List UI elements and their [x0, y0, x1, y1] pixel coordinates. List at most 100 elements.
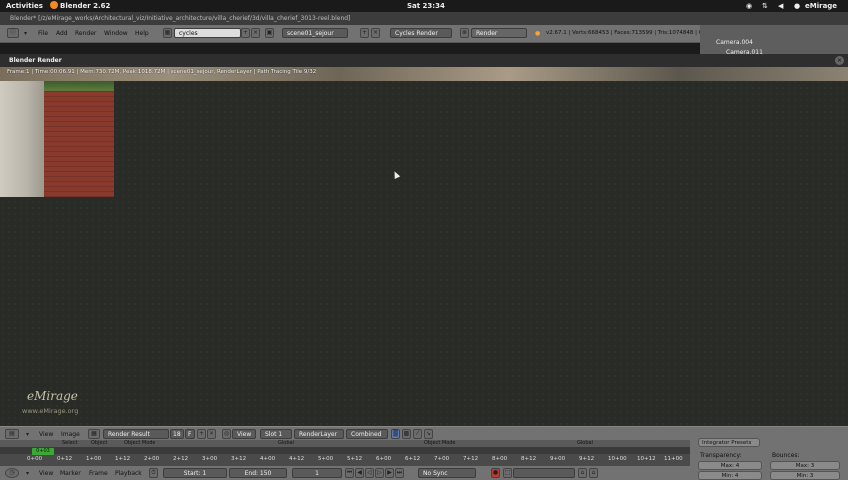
- integrator-presets-select[interactable]: Integrator Presets: [698, 438, 760, 447]
- outliner-panel: Camera.004 Camera.011: [700, 25, 848, 56]
- fake-user-button[interactable]: F: [185, 429, 195, 439]
- transform-orientation-select-2[interactable]: Global: [577, 440, 593, 446]
- render-pass-select[interactable]: Combined: [346, 429, 388, 439]
- draw-rgb-icon[interactable]: ▒: [391, 429, 400, 439]
- start-frame-field[interactable]: Start: 1: [163, 468, 227, 478]
- accessibility-icon[interactable]: ◉: [746, 2, 752, 10]
- activities-button[interactable]: Activities: [6, 2, 43, 10]
- close-icon[interactable]: ×: [835, 56, 844, 65]
- scene-icon[interactable]: ▣: [265, 28, 274, 38]
- menu-window[interactable]: Window: [104, 30, 128, 37]
- image-browse-icon[interactable]: ▦: [88, 429, 100, 439]
- menu-help[interactable]: Help: [135, 30, 149, 37]
- image-unlink-button[interactable]: ×: [207, 429, 216, 439]
- object-mode-select-2[interactable]: Object Mode: [424, 440, 456, 446]
- render-layer-select[interactable]: RenderLayer: [294, 429, 344, 439]
- slot-select[interactable]: Slot 1: [260, 429, 292, 439]
- play-icon[interactable]: ▷: [375, 468, 384, 478]
- menu-frame[interactable]: Frame: [89, 470, 108, 477]
- render-canvas[interactable]: Frame:1 | Time:00:06.91 | Mem:730.72M, P…: [0, 67, 848, 426]
- menu-playback[interactable]: Playback: [115, 470, 142, 477]
- ruler-tick: 3+00: [202, 456, 218, 462]
- transparency-min-field[interactable]: Min: 4: [698, 471, 762, 480]
- editor-type-icon[interactable]: ⓘ: [7, 28, 19, 38]
- delete-keyframe-icon[interactable]: ⌂: [589, 468, 598, 478]
- transform-orientation-select[interactable]: Global: [278, 440, 294, 446]
- user-status-icon[interactable]: ●: [794, 2, 800, 10]
- timeline-header: ◷ ▾ View Marker Frame Playback ⏱ Start: …: [0, 466, 690, 480]
- record-icon[interactable]: ●: [491, 468, 500, 478]
- scene-field[interactable]: scene01_sejour: [282, 28, 348, 38]
- volume-icon[interactable]: ◀: [778, 2, 783, 10]
- clock[interactable]: Sat 23:34: [407, 2, 445, 10]
- ruler-tick: 10+12: [637, 456, 656, 462]
- screen-layout-icon[interactable]: ▦: [163, 28, 172, 38]
- screen-delete-button[interactable]: ×: [251, 28, 260, 38]
- bounces-max-field[interactable]: Max: 3: [770, 461, 840, 470]
- collapse-icon[interactable]: ▾: [26, 470, 29, 477]
- outliner-item-camera-004[interactable]: Camera.004: [716, 39, 753, 46]
- network-icon[interactable]: ⇅: [762, 2, 768, 10]
- menu-add[interactable]: Add: [56, 30, 68, 37]
- screen-add-button[interactable]: +: [241, 28, 250, 38]
- transparency-max-field[interactable]: Max: 4: [698, 461, 762, 470]
- tile-wall: [0, 81, 44, 197]
- menu-render[interactable]: Render: [75, 30, 96, 37]
- screen-layout-field[interactable]: cycles: [174, 28, 241, 38]
- collapse-icon[interactable]: ▾: [26, 431, 29, 438]
- sample-tool-icon[interactable]: ⁄: [413, 429, 422, 439]
- keying-set-field[interactable]: [513, 468, 575, 478]
- sync-mode-select[interactable]: No Sync: [418, 468, 476, 478]
- ruler-tick: 8+00: [492, 456, 508, 462]
- menu-select[interactable]: Select: [62, 440, 77, 446]
- user-menu[interactable]: eMirage: [805, 2, 837, 10]
- play-reverse-icon[interactable]: ◁: [365, 468, 374, 478]
- image-editor-type-icon[interactable]: ▤: [5, 429, 19, 439]
- bounces-min-field[interactable]: Min: 3: [770, 471, 840, 480]
- insert-keyframe-icon[interactable]: ⌂: [578, 468, 587, 478]
- menu-view[interactable]: View: [39, 431, 53, 438]
- keying-set-icon[interactable]: ⬚: [503, 468, 512, 478]
- ruler-tick: 5+00: [318, 456, 334, 462]
- menu-file[interactable]: File: [38, 30, 48, 37]
- tile-brick-wall: [44, 91, 114, 197]
- object-mode-select[interactable]: Object Mode: [124, 440, 156, 446]
- current-frame-field[interactable]: 1: [292, 468, 342, 478]
- curves-tool-icon[interactable]: ↘: [424, 429, 433, 439]
- render-info-overlay: Frame:1 | Time:00:06.91 | Mem:730.72M, P…: [7, 69, 317, 75]
- jump-end-icon[interactable]: ⏭: [395, 468, 404, 478]
- blender-logo-icon: [50, 1, 58, 9]
- scene-add-button[interactable]: +: [360, 28, 369, 38]
- jump-keyframe-back-icon[interactable]: ◀: [355, 468, 364, 478]
- current-frame-badge[interactable]: 0+03: [32, 448, 54, 455]
- render-engine-select[interactable]: Cycles Render: [390, 28, 452, 38]
- ruler-tick: 2+12: [173, 456, 189, 462]
- render-progress-field[interactable]: Render: [471, 28, 527, 38]
- ruler-tick: 7+00: [434, 456, 450, 462]
- image-new-button[interactable]: +: [197, 429, 206, 439]
- timeline-ruler[interactable]: 0+00 0+12 1+00 1+12 2+00 2+12 3+00 3+12 …: [0, 454, 690, 466]
- jump-start-icon[interactable]: ⏮: [345, 468, 354, 478]
- view-mode-select[interactable]: View: [232, 429, 256, 439]
- menu-image[interactable]: Image: [61, 431, 80, 438]
- preview-range-icon[interactable]: ⏱: [149, 468, 158, 478]
- collapse-icon[interactable]: ▾: [24, 30, 27, 37]
- mouse-cursor-icon: [391, 170, 401, 179]
- view-icon[interactable]: ◎: [222, 429, 231, 439]
- timeline-editor-type-icon[interactable]: ◷: [5, 468, 19, 478]
- ruler-tick: 10+00: [608, 456, 627, 462]
- image-name-field[interactable]: Render Result: [103, 429, 169, 439]
- scene-delete-button[interactable]: ×: [371, 28, 380, 38]
- ruler-tick: 2+00: [144, 456, 160, 462]
- image-users-count[interactable]: 18: [170, 429, 184, 439]
- render-close-icon[interactable]: ⊗: [460, 28, 469, 38]
- jump-keyframe-forward-icon[interactable]: ▶: [385, 468, 394, 478]
- menu-marker[interactable]: Marker: [60, 470, 81, 477]
- draw-alpha-icon[interactable]: ▩: [402, 429, 411, 439]
- window-title: Blender* [/z/eMirage_works/Architectural…: [10, 15, 351, 22]
- end-frame-field[interactable]: End: 150: [229, 468, 287, 478]
- menu-view[interactable]: View: [39, 470, 53, 477]
- app-menu[interactable]: Blender 2.62: [60, 2, 110, 10]
- menu-object[interactable]: Object: [91, 440, 107, 446]
- ruler-tick: 9+00: [550, 456, 566, 462]
